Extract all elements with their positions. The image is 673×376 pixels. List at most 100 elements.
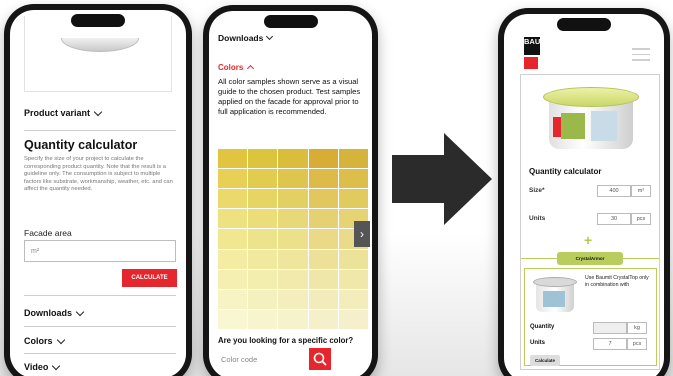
screen: BAU Quantity calculator Size* 400 m² Uni… [504,14,664,376]
color-swatch[interactable] [248,249,278,269]
phone-notch [557,18,611,31]
units-input[interactable]: 7 [593,338,627,350]
color-swatch[interactable] [218,249,248,269]
color-code-input[interactable]: Color code [221,355,257,364]
color-swatch[interactable] [248,189,278,209]
color-swatch[interactable] [338,189,368,209]
downloads-label: Downloads [218,33,264,43]
facade-area-label: Facade area [24,228,72,238]
video-label: Video [24,362,49,372]
color-swatch[interactable] [218,289,248,309]
color-swatch[interactable] [278,169,308,189]
color-swatch[interactable] [278,149,308,169]
color-swatch[interactable] [308,169,338,189]
chevron-down-icon [93,107,103,116]
color-swatch[interactable] [338,169,368,189]
baumit-logo[interactable]: BAU [524,37,540,70]
units-label: Units [530,340,545,346]
color-swatch[interactable] [218,269,248,289]
colors-section-toggle[interactable]: Colors [218,63,255,73]
color-swatch[interactable] [218,189,248,209]
quantity-calculator-title: Quantity calculator [24,138,138,152]
facade-area-input[interactable]: m² [24,240,176,262]
color-swatch[interactable] [278,209,308,229]
chevron-down-icon [266,32,274,41]
color-swatch[interactable] [248,289,278,309]
color-swatch[interactable] [218,229,248,249]
section-downloads[interactable]: Downloads [24,307,176,318]
right-arrow-icon [392,133,492,225]
combination-text: Use Baumit CrystalTop only in combinatio… [585,275,649,288]
chevron-down-icon [56,335,65,344]
color-swatch[interactable] [218,149,248,169]
color-swatch[interactable] [308,209,338,229]
color-swatch[interactable] [218,209,248,229]
section-video[interactable]: Video [24,361,176,372]
phone-calculator-page: BAU Quantity calculator Size* 400 m² Uni… [498,8,670,376]
combination-product-panel: Use Baumit CrystalTop only in combinatio… [524,268,657,366]
calculator-card: Quantity calculator Size* 400 m² Units 3… [520,74,660,370]
calculator-description: Specify the size of your project to calc… [24,156,173,193]
units-unit: pcs [627,338,647,350]
color-swatch[interactable] [338,149,368,169]
size-input[interactable]: 400 [597,185,631,197]
color-swatch[interactable] [308,309,338,329]
color-swatch[interactable] [308,189,338,209]
color-swatch[interactable] [308,289,338,309]
color-swatch[interactable] [248,149,278,169]
color-swatch[interactable] [218,169,248,189]
product-image-box [24,16,172,92]
color-swatch[interactable] [278,269,308,289]
color-swatch-grid [218,149,368,329]
color-swatch[interactable] [278,249,308,269]
color-swatch[interactable] [248,169,278,189]
logo-red-block [524,57,538,69]
quantity-label: Quantity [530,324,555,330]
color-swatch[interactable] [248,209,278,229]
downloads-dropdown[interactable]: Downloads [218,32,274,43]
product-variant-dropdown[interactable]: Product variant [24,107,176,118]
color-swatch[interactable] [308,249,338,269]
logo-text: BAU [524,37,540,55]
color-swatch[interactable] [278,309,308,329]
quantity-calculator-title: Quantity calculator [529,167,602,176]
color-swatch[interactable] [278,289,308,309]
hamburger-menu-icon[interactable] [632,48,650,65]
divider [24,353,176,354]
quantity-input[interactable] [593,322,627,334]
color-swatch[interactable] [308,269,338,289]
color-swatch[interactable] [248,229,278,249]
downloads-label: Downloads [24,308,73,318]
color-swatch[interactable] [218,309,248,329]
color-swatch[interactable] [308,149,338,169]
quantity-unit: kg [627,322,647,334]
crystal-armor-button[interactable]: CrystalArmor [557,252,623,265]
chevron-down-icon [75,307,85,316]
color-swatch[interactable] [338,249,368,269]
color-swatch[interactable] [278,189,308,209]
color-swatch[interactable] [248,269,278,289]
colors-disclaimer: All color samples shown serve as a visua… [218,77,361,116]
screen: Product variant Quantity calculator Spec… [10,10,186,376]
section-colors[interactable]: Colors [24,335,176,346]
secondary-product-image [533,277,577,313]
calculate-button[interactable]: CALCULATE [122,269,177,287]
phone-colors-page: Downloads Colors All color samples shown… [203,5,378,376]
color-swatch[interactable] [278,229,308,249]
divider [24,326,176,327]
color-swatch[interactable] [338,289,368,309]
color-swatch[interactable] [338,269,368,289]
plus-icon: + [584,232,593,248]
next-arrow-button[interactable]: › [354,221,370,247]
calculate-button[interactable]: Calculate [530,355,560,366]
phone-product-page: Product variant Quantity calculator Spec… [4,4,192,376]
size-label: Size* [529,187,545,194]
color-swatch[interactable] [248,309,278,329]
color-swatch[interactable] [338,309,368,329]
color-swatch[interactable] [308,229,338,249]
search-button[interactable] [309,348,331,370]
product-bucket-image [61,38,139,52]
chevron-up-icon [247,64,255,73]
product-variant-label: Product variant [24,108,91,118]
units-input[interactable]: 30 [597,213,631,225]
